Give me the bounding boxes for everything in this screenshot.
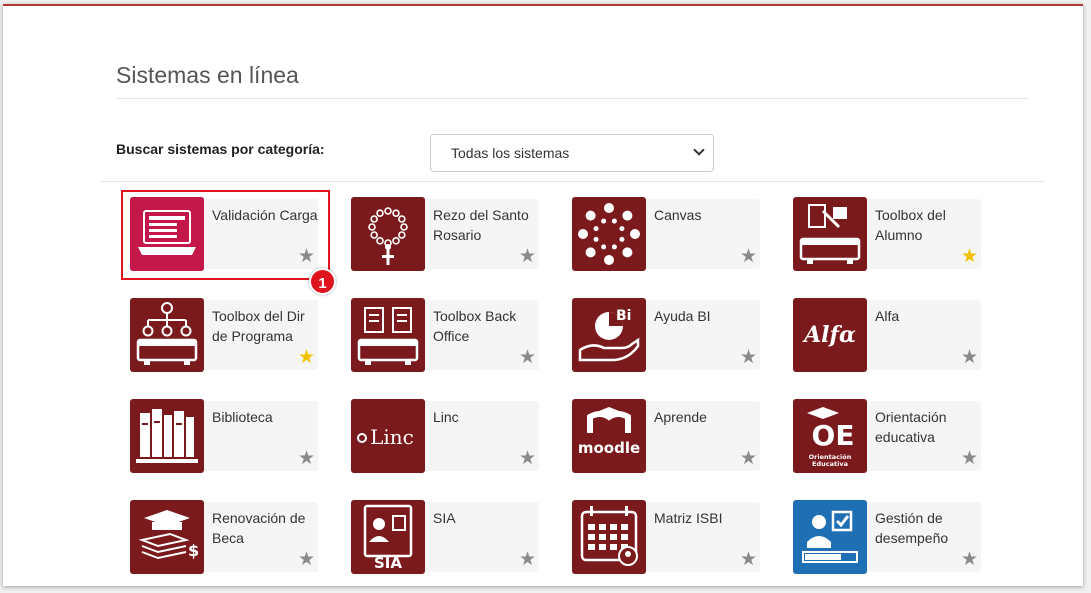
filter-divider bbox=[100, 181, 1045, 182]
system-card[interactable]: Matriz ISBI ★ bbox=[572, 500, 762, 574]
system-name[interactable]: Linc bbox=[433, 407, 545, 427]
sia-id-card-icon[interactable]: SIA bbox=[351, 500, 425, 574]
alfa-logo-icon[interactable]: Alfα bbox=[793, 298, 867, 372]
system-card[interactable]: Canvas ★ bbox=[572, 197, 762, 271]
system-card[interactable]: Toolbox del Alumno ★ bbox=[793, 197, 983, 271]
favorite-star-icon[interactable]: ★ bbox=[519, 449, 536, 468]
system-card[interactable]: Bi Ayuda BI ★ bbox=[572, 298, 762, 372]
favorite-star-icon[interactable]: ★ bbox=[961, 550, 978, 569]
svg-text:Bi: Bi bbox=[616, 308, 631, 324]
favorite-star-icon[interactable]: ★ bbox=[740, 550, 757, 569]
system-name[interactable]: SIA bbox=[433, 508, 545, 528]
toolbox-student-icon[interactable] bbox=[793, 197, 867, 271]
svg-text:$: $ bbox=[188, 541, 199, 560]
favorite-star-icon[interactable]: ★ bbox=[519, 348, 536, 367]
linc-logo-icon[interactable]: Linc bbox=[351, 399, 425, 473]
favorite-star-icon[interactable]: ★ bbox=[519, 247, 536, 266]
svg-text:OE: OE bbox=[812, 419, 855, 452]
system-name[interactable]: Rezo del Santo Rosario bbox=[433, 205, 545, 245]
rosary-icon[interactable] bbox=[351, 197, 425, 271]
system-card[interactable]: $ Renovación de Beca ★ bbox=[130, 500, 320, 574]
system-card[interactable]: Alfα Alfa ★ bbox=[793, 298, 983, 372]
moodle-logo-icon[interactable]: moodle bbox=[572, 399, 646, 473]
books-icon[interactable] bbox=[130, 399, 204, 473]
system-card[interactable]: moodle Aprende ★ bbox=[572, 399, 762, 473]
system-name[interactable]: Ayuda BI bbox=[654, 306, 766, 326]
page-title: Sistemas en línea bbox=[116, 62, 299, 88]
system-card[interactable]: Toolbox Back Office ★ bbox=[351, 298, 541, 372]
step-badge: 1 bbox=[309, 268, 336, 295]
system-name[interactable]: Biblioteca bbox=[212, 407, 324, 427]
system-card[interactable]: Linc Linc ★ bbox=[351, 399, 541, 473]
system-card[interactable]: Toolbox del Dir de Programa ★ bbox=[130, 298, 320, 372]
bi-chart-hand-icon[interactable]: Bi bbox=[572, 298, 646, 372]
canvas-logo-icon[interactable] bbox=[572, 197, 646, 271]
favorite-star-icon[interactable]: ★ bbox=[519, 550, 536, 569]
svg-text:SIA: SIA bbox=[374, 554, 402, 572]
system-name[interactable]: Toolbox del Dir de Programa bbox=[212, 306, 324, 346]
favorite-star-icon[interactable]: ★ bbox=[961, 247, 978, 266]
system-name[interactable]: Toolbox del Alumno bbox=[875, 205, 987, 245]
chevron-down-icon bbox=[693, 144, 705, 156]
svg-text:Linc: Linc bbox=[370, 425, 414, 449]
toolbox-director-icon[interactable] bbox=[130, 298, 204, 372]
system-name[interactable]: Matriz ISBI bbox=[654, 508, 766, 528]
system-name[interactable]: Renovación de Beca bbox=[212, 508, 324, 548]
favorite-star-icon[interactable]: ★ bbox=[740, 348, 757, 367]
system-card[interactable]: Biblioteca ★ bbox=[130, 399, 320, 473]
system-card[interactable]: SIA SIA ★ bbox=[351, 500, 541, 574]
system-name[interactable]: Canvas bbox=[654, 205, 766, 225]
system-card[interactable]: Gestión de desempeño ★ bbox=[793, 500, 983, 574]
favorite-star-icon[interactable]: ★ bbox=[961, 348, 978, 367]
category-select-value: Todas los sistemas bbox=[451, 145, 570, 161]
favorite-star-icon[interactable]: ★ bbox=[298, 550, 315, 569]
system-name[interactable]: Gestión de desempeño bbox=[875, 508, 987, 548]
graduation-money-icon[interactable]: $ bbox=[130, 500, 204, 574]
favorite-star-icon[interactable]: ★ bbox=[298, 348, 315, 367]
favorite-star-icon[interactable]: ★ bbox=[740, 449, 757, 468]
system-name[interactable]: Toolbox Back Office bbox=[433, 306, 545, 346]
svg-text:moodle: moodle bbox=[578, 439, 640, 457]
svg-text:Educativa: Educativa bbox=[812, 460, 848, 468]
system-name[interactable]: Alfa bbox=[875, 306, 987, 326]
highlight-box bbox=[121, 190, 330, 280]
toolbox-backoffice-icon[interactable] bbox=[351, 298, 425, 372]
main-panel: Sistemas en línea Buscar sistemas por ca… bbox=[3, 4, 1083, 586]
svg-text:Alfα: Alfα bbox=[802, 322, 856, 348]
category-filter-label: Buscar sistemas por categoría: bbox=[116, 141, 325, 157]
favorite-star-icon[interactable]: ★ bbox=[740, 247, 757, 266]
favorite-star-icon[interactable]: ★ bbox=[298, 449, 315, 468]
system-card[interactable]: OE Orientación Educativa Orientación educ… bbox=[793, 399, 983, 473]
performance-checkbox-icon[interactable] bbox=[793, 500, 867, 574]
favorite-star-icon[interactable]: ★ bbox=[961, 449, 978, 468]
system-name[interactable]: Orientación educativa bbox=[875, 407, 987, 447]
title-divider bbox=[116, 98, 1029, 99]
system-name[interactable]: Aprende bbox=[654, 407, 766, 427]
system-card[interactable]: Rezo del Santo Rosario ★ bbox=[351, 197, 541, 271]
category-select[interactable]: Todas los sistemas bbox=[430, 134, 714, 172]
calendar-matrix-icon[interactable] bbox=[572, 500, 646, 574]
oe-logo-icon[interactable]: OE Orientación Educativa bbox=[793, 399, 867, 473]
